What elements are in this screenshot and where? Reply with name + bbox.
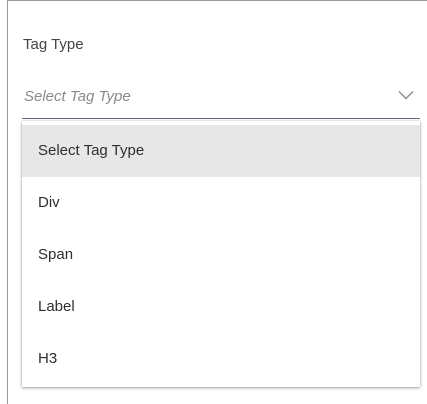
tag-type-dropdown: Select Tag Type Div Span Label H3 bbox=[22, 121, 420, 387]
option-div[interactable]: Div bbox=[22, 177, 420, 229]
option-label[interactable]: Label bbox=[22, 281, 420, 333]
option-h3[interactable]: H3 bbox=[22, 333, 420, 385]
chevron-down-icon[interactable] bbox=[398, 87, 414, 103]
option-select-tag-type[interactable]: Select Tag Type bbox=[22, 125, 420, 177]
option-span[interactable]: Span bbox=[22, 229, 420, 281]
tag-type-select[interactable]: Select Tag Type bbox=[22, 81, 420, 119]
select-placeholder: Select Tag Type bbox=[24, 88, 131, 105]
tag-type-label: Tag Type bbox=[23, 36, 84, 53]
form-panel: Tag Type Select Tag Type Select Tag Type… bbox=[7, 0, 427, 404]
